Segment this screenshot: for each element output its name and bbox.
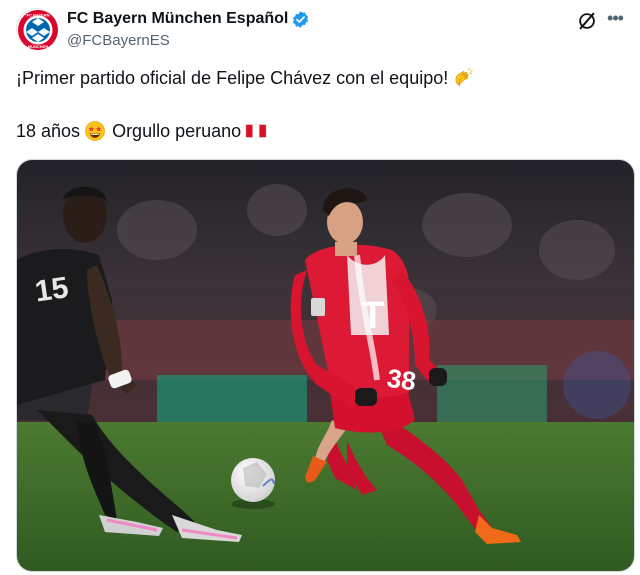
avatar[interactable]: FC BAYERN MÜNCHEN <box>16 8 58 50</box>
author-names: FC Bayern München Español @FCBayernES <box>67 8 310 49</box>
grok-icon[interactable] <box>576 10 598 32</box>
tweet-text-line-1: ¡Primer partido oficial de Felipe Chávez… <box>16 67 474 89</box>
svg-text:15: 15 <box>33 271 71 308</box>
handle[interactable]: @FCBayernES <box>67 32 310 49</box>
svg-text:FC BAYERN: FC BAYERN <box>27 13 50 18</box>
match-photo: 15 T 38 <box>17 160 634 571</box>
tweet-text-age: 18 años <box>16 120 81 141</box>
star-struck-emoji <box>84 120 106 142</box>
tweet-text-line-2: 18 años Orgullo peruano <box>16 120 267 142</box>
tweet-text: ¡Primer partido oficial de Felipe Chávez… <box>16 67 449 88</box>
bayern-logo-icon: FC BAYERN MÜNCHEN <box>18 10 58 50</box>
verified-badge-icon <box>293 10 309 28</box>
football <box>231 458 275 509</box>
svg-text:38: 38 <box>385 363 418 397</box>
svg-text:T: T <box>361 295 384 337</box>
peru-flag-emoji <box>245 120 267 142</box>
svg-text:MÜNCHEN: MÜNCHEN <box>28 44 49 49</box>
tweet-photo[interactable]: 15 T 38 <box>16 159 635 572</box>
display-name[interactable]: FC Bayern München Español <box>67 10 288 28</box>
clapping-hands-emoji <box>452 67 474 89</box>
tweet-header: FC BAYERN MÜNCHEN FC Bayern München Espa… <box>16 8 624 54</box>
tweet-text-pride: Orgullo peruano <box>112 120 242 141</box>
more-options-icon[interactable]: ••• <box>606 8 624 32</box>
